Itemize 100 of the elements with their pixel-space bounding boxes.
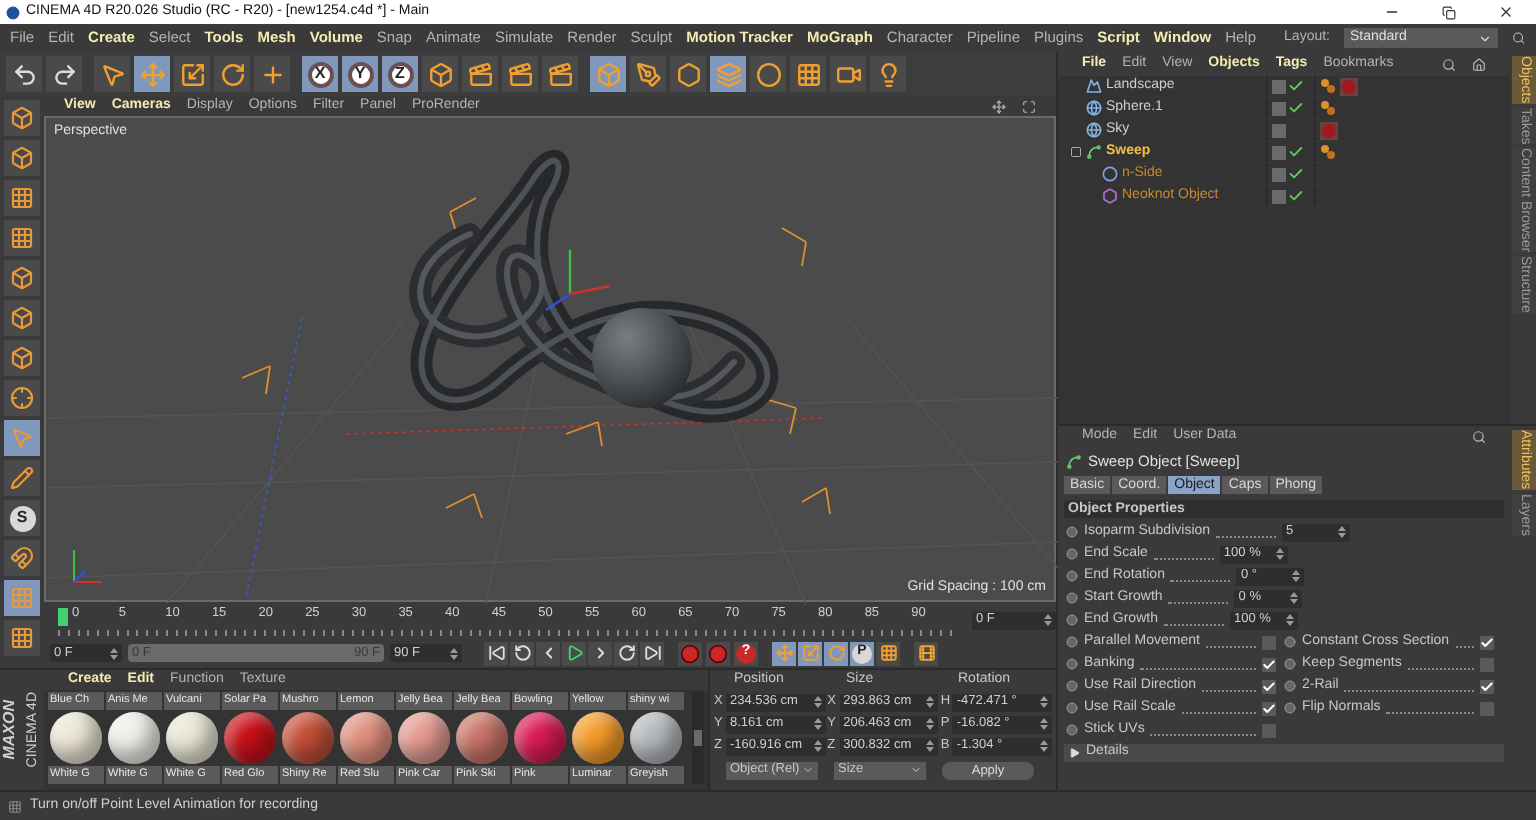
key-button[interactable] bbox=[914, 641, 938, 665]
record-button[interactable] bbox=[678, 641, 702, 665]
film-icon bbox=[917, 644, 935, 662]
tool-button[interactable] bbox=[94, 56, 130, 92]
tool-button[interactable] bbox=[790, 56, 826, 92]
tool-button[interactable] bbox=[4, 460, 40, 496]
tool-button[interactable] bbox=[542, 56, 578, 92]
material-thumbnail[interactable] bbox=[456, 712, 508, 764]
layer-swatch[interactable] bbox=[1272, 101, 1286, 115]
spinner-icon[interactable] bbox=[1290, 592, 1299, 604]
spinner-icon[interactable] bbox=[926, 740, 935, 752]
tool-button[interactable] bbox=[4, 140, 40, 176]
spinner-icon[interactable] bbox=[926, 718, 935, 730]
spinner-icon[interactable] bbox=[813, 740, 822, 752]
tool-button[interactable] bbox=[174, 56, 210, 92]
spinner-icon[interactable] bbox=[813, 696, 822, 708]
spinner-icon[interactable] bbox=[813, 718, 822, 730]
tool-button[interactable] bbox=[4, 180, 40, 216]
search-icon[interactable] bbox=[1442, 57, 1457, 71]
checkbox[interactable] bbox=[1262, 657, 1277, 671]
checkbox[interactable] bbox=[1480, 657, 1495, 671]
spinner-icon[interactable] bbox=[1338, 526, 1347, 538]
material-thumbnail[interactable] bbox=[630, 712, 682, 764]
tool-button[interactable] bbox=[750, 56, 786, 92]
material-thumbnail[interactable] bbox=[340, 712, 392, 764]
playback-button[interactable] bbox=[588, 641, 612, 665]
record-button[interactable] bbox=[706, 641, 730, 665]
tool-button[interactable] bbox=[46, 56, 82, 92]
spinner-icon[interactable] bbox=[110, 647, 118, 659]
checkbox[interactable] bbox=[1480, 635, 1495, 649]
home-icon[interactable] bbox=[1472, 57, 1487, 71]
playback-button[interactable] bbox=[614, 641, 638, 665]
tool-button[interactable] bbox=[254, 56, 290, 92]
playback-button[interactable] bbox=[510, 641, 534, 665]
layer-swatch[interactable] bbox=[1272, 145, 1286, 159]
material-thumbnail[interactable] bbox=[224, 712, 276, 764]
playback-button[interactable] bbox=[484, 641, 508, 665]
search-icon[interactable] bbox=[1472, 430, 1487, 444]
tool-button[interactable] bbox=[4, 620, 40, 656]
material-thumbnail[interactable] bbox=[572, 712, 624, 764]
tool-button[interactable] bbox=[4, 260, 40, 296]
tool-button[interactable] bbox=[4, 100, 40, 136]
checkbox[interactable] bbox=[1262, 701, 1277, 715]
checkbox[interactable] bbox=[1262, 679, 1277, 693]
playback-button[interactable] bbox=[640, 641, 664, 665]
layer-swatch[interactable] bbox=[1272, 123, 1286, 137]
spinner-icon[interactable] bbox=[1040, 718, 1049, 730]
tool-button[interactable] bbox=[4, 380, 40, 416]
spinner-icon[interactable] bbox=[1275, 548, 1284, 560]
restore-icon[interactable] bbox=[1442, 5, 1456, 19]
playback-button[interactable] bbox=[536, 641, 560, 665]
playback-button[interactable] bbox=[562, 641, 586, 665]
scrollbar[interactable] bbox=[692, 692, 704, 784]
tool-button[interactable] bbox=[4, 220, 40, 256]
close-icon[interactable] bbox=[1498, 4, 1514, 20]
material-thumbnail[interactable] bbox=[166, 712, 218, 764]
maximize-icon[interactable] bbox=[1022, 99, 1036, 113]
collapse-icon[interactable] bbox=[1070, 146, 1082, 158]
spinner-icon[interactable] bbox=[1040, 740, 1049, 752]
spinner-icon[interactable] bbox=[1292, 570, 1301, 582]
checkbox[interactable] bbox=[1480, 679, 1495, 693]
spinner-icon[interactable] bbox=[450, 647, 458, 659]
spinner-icon[interactable] bbox=[926, 696, 935, 708]
material-thumbnail[interactable] bbox=[108, 712, 160, 764]
material-thumbnail[interactable] bbox=[50, 712, 102, 764]
tool-button[interactable] bbox=[630, 56, 666, 92]
dots-icon[interactable] bbox=[1320, 144, 1336, 160]
material-thumbnail[interactable] bbox=[282, 712, 334, 764]
search-icon[interactable] bbox=[1512, 30, 1526, 46]
axis-button[interactable]: X bbox=[302, 56, 338, 92]
tool-button[interactable] bbox=[502, 56, 538, 92]
axis-button[interactable]: Y bbox=[342, 56, 378, 92]
spinner-icon[interactable] bbox=[1044, 614, 1052, 626]
pan-icon[interactable] bbox=[992, 99, 1006, 113]
layer-swatch[interactable] bbox=[1272, 167, 1286, 181]
snap-button[interactable]: S bbox=[4, 500, 40, 536]
tool-button[interactable] bbox=[422, 56, 458, 92]
tool-button[interactable] bbox=[4, 340, 40, 376]
tool-button[interactable] bbox=[214, 56, 250, 92]
key-button[interactable] bbox=[798, 641, 822, 665]
tool-button[interactable] bbox=[6, 56, 42, 92]
checkbox[interactable] bbox=[1262, 723, 1277, 737]
spinner-icon[interactable] bbox=[1040, 696, 1049, 708]
material-thumbnail[interactable] bbox=[514, 712, 566, 764]
spinner-icon[interactable] bbox=[1285, 614, 1294, 626]
key-button[interactable] bbox=[824, 641, 848, 665]
checkbox[interactable] bbox=[1480, 701, 1495, 715]
layer-swatch[interactable] bbox=[1272, 79, 1286, 93]
key-button[interactable] bbox=[772, 641, 796, 665]
tool-button[interactable] bbox=[462, 56, 498, 92]
tool-button[interactable] bbox=[4, 300, 40, 336]
tool-button[interactable] bbox=[830, 56, 866, 92]
material-thumbnail[interactable] bbox=[398, 712, 450, 764]
checkbox[interactable] bbox=[1262, 635, 1277, 649]
tool-button[interactable] bbox=[4, 540, 40, 576]
layer-swatch[interactable] bbox=[1272, 189, 1286, 203]
tool-button[interactable] bbox=[870, 56, 906, 92]
axis-button[interactable]: Z bbox=[382, 56, 418, 92]
tool-button[interactable] bbox=[670, 56, 706, 92]
key-button[interactable] bbox=[876, 641, 900, 665]
